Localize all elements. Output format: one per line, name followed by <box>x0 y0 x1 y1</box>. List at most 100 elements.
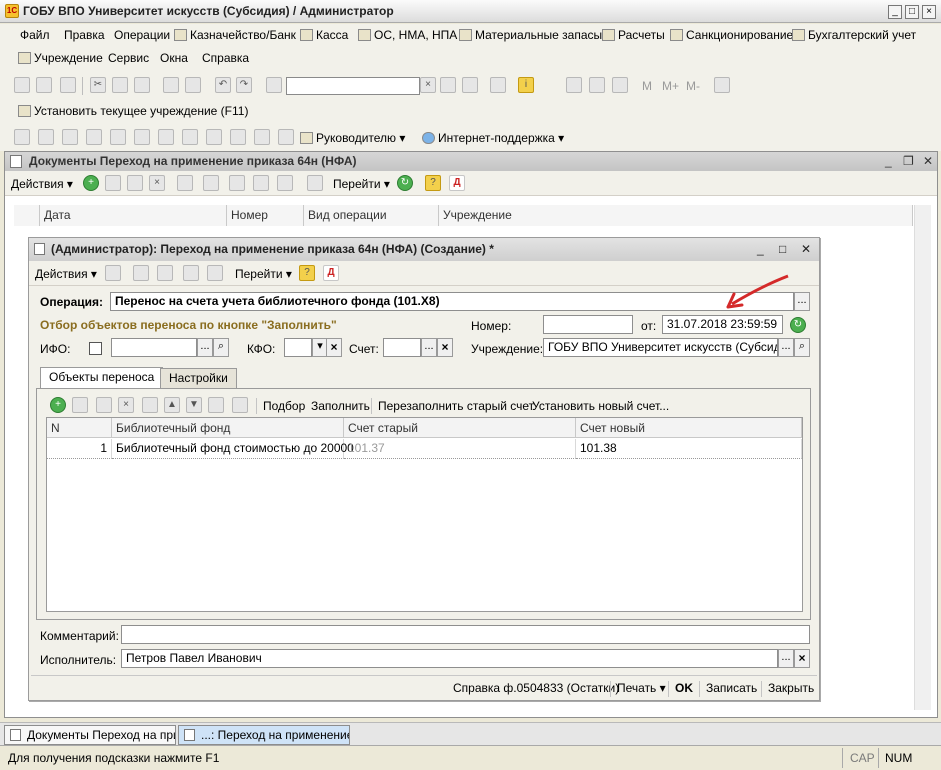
filter-options-icon[interactable] <box>277 175 293 191</box>
actions-menu[interactable]: Действия ▾ <box>11 177 73 191</box>
calendar-icon[interactable] <box>589 77 605 93</box>
cut-icon[interactable]: ✂ <box>90 77 106 93</box>
menu-treasury[interactable]: Казначейство/Банк <box>172 26 298 44</box>
delete-icon[interactable]: × <box>149 175 165 191</box>
redo-icon[interactable]: ↷ <box>236 77 252 93</box>
goto-menu[interactable]: Перейти ▾ <box>333 177 390 191</box>
help-icon[interactable]: ? <box>425 175 441 191</box>
task-document-form[interactable]: ...: Переход на применение ... <box>178 725 350 745</box>
filter-icon[interactable] <box>229 175 245 191</box>
edit-icon[interactable] <box>127 175 143 191</box>
minimize-icon[interactable]: _ <box>757 238 764 261</box>
manager-button[interactable]: Руководителю ▾ <box>298 129 407 147</box>
number-field[interactable] <box>543 315 633 334</box>
clear-filter-icon[interactable] <box>307 175 323 191</box>
print-icon[interactable] <box>163 77 179 93</box>
copy-icon[interactable] <box>105 175 121 191</box>
menu-file[interactable]: Файл <box>18 26 52 44</box>
save-button[interactable]: Записать <box>706 681 757 695</box>
row-old-account[interactable]: 101.37 <box>344 439 576 459</box>
kfo-clear-icon[interactable]: × <box>326 338 342 357</box>
ifo-search-icon[interactable]: ⌕ <box>213 338 229 357</box>
menu-cash[interactable]: Касса <box>298 26 350 44</box>
filter-list-icon[interactable] <box>253 175 269 191</box>
refresh-icon[interactable]: ↻ <box>397 175 413 191</box>
copy-icon[interactable] <box>112 77 128 93</box>
menu-institution[interactable]: Учреждение <box>16 49 105 67</box>
column-header-old-account[interactable]: Счет старый <box>344 418 576 438</box>
movements-icon[interactable] <box>207 265 223 281</box>
column-header-operation-type[interactable]: Вид операции <box>304 205 439 226</box>
sort-asc-icon[interactable] <box>208 397 224 413</box>
internet-support-button[interactable]: Интернет-поддержка ▾ <box>420 129 566 147</box>
copy-document-icon[interactable] <box>157 265 173 281</box>
row-library-fund[interactable]: Библиотечный фонд стоимостью до 20000 <box>112 439 354 459</box>
copy-row-icon[interactable] <box>72 397 88 413</box>
help-report-button[interactable]: Справка ф.0504833 (Остатки) <box>453 681 619 695</box>
tools-icon[interactable] <box>714 77 730 93</box>
sort-desc-icon[interactable] <box>232 397 248 413</box>
help-icon[interactable]: ? <box>299 265 315 281</box>
date-field[interactable]: 31.07.2018 23:59:59 <box>662 315 783 334</box>
menu-operations[interactable]: Операции <box>112 26 172 44</box>
report-icon[interactable] <box>206 129 222 145</box>
search-input[interactable] <box>286 77 420 95</box>
operation-select-button[interactable]: ... <box>794 292 810 311</box>
find-icon[interactable] <box>266 77 282 93</box>
institution-search-icon[interactable]: ⌕ <box>794 338 810 357</box>
row-new-account[interactable]: 101.38 <box>576 439 802 459</box>
find-icon[interactable] <box>203 175 219 191</box>
ifo-checkbox[interactable] <box>89 342 102 355</box>
pick-button[interactable]: Подбор <box>263 399 305 413</box>
column-header-n[interactable]: N <box>47 418 112 438</box>
memory-minus-button[interactable]: M- <box>684 77 702 95</box>
post-icon[interactable] <box>105 265 121 281</box>
institution-field[interactable]: ГОБУ ВПО Университет искусств (Субсидия) <box>543 338 778 357</box>
move-up-icon[interactable]: ▲ <box>164 397 180 413</box>
executor-select-button[interactable]: ... <box>778 649 794 668</box>
memory-m-button[interactable]: M <box>640 77 654 95</box>
minimize-icon[interactable]: _ <box>885 152 892 171</box>
close-icon[interactable]: ✕ <box>923 152 933 171</box>
users-icon[interactable] <box>612 77 628 93</box>
preview-icon[interactable] <box>185 77 201 93</box>
info-icon[interactable]: i <box>518 77 534 93</box>
menu-accounting[interactable]: Бухгалтерский учет <box>790 26 918 44</box>
tab-settings[interactable]: Настройки <box>160 368 237 388</box>
executor-field[interactable]: Петров Павел Иванович <box>121 649 778 668</box>
move-down-icon[interactable]: ▼ <box>186 397 202 413</box>
column-header-new-account[interactable]: Счет новый <box>576 418 802 438</box>
refill-old-account-button[interactable]: Перезаполнить старый счет <box>378 399 534 413</box>
report-icon[interactable] <box>230 129 246 145</box>
windows-icon[interactable] <box>490 77 506 93</box>
kfo-field[interactable] <box>284 338 312 357</box>
memory-plus-button[interactable]: M+ <box>660 77 681 95</box>
executor-clear-icon[interactable]: × <box>794 649 810 668</box>
maximize-icon[interactable]: □ <box>905 5 919 19</box>
report-icon[interactable] <box>62 129 78 145</box>
end-edit-icon[interactable] <box>142 397 158 413</box>
institution-select-button[interactable]: ... <box>778 338 794 357</box>
close-icon[interactable]: ✕ <box>801 238 811 261</box>
menu-materials[interactable]: Материальные запасы <box>457 26 604 44</box>
paste-icon[interactable] <box>134 77 150 93</box>
column-header-library-fund[interactable]: Библиотечный фонд <box>112 418 344 438</box>
report-icon[interactable] <box>38 129 54 145</box>
menu-windows[interactable]: Окна <box>158 49 190 67</box>
period-icon[interactable] <box>177 175 193 191</box>
report-icon[interactable] <box>134 129 150 145</box>
ifo-field[interactable] <box>111 338 197 357</box>
report-icon[interactable] <box>158 129 174 145</box>
dt-kt-icon[interactable]: Д <box>323 265 339 281</box>
fill-button[interactable]: Заполнить <box>311 399 370 413</box>
tab-transfer-objects[interactable]: Объекты переноса <box>40 367 164 388</box>
menu-settlements[interactable]: Расчеты <box>600 26 667 44</box>
structure-icon[interactable] <box>133 265 149 281</box>
column-header-institution[interactable]: Учреждение <box>439 205 913 226</box>
refresh-date-icon[interactable]: ↻ <box>790 317 806 333</box>
find-next-icon[interactable] <box>440 77 456 93</box>
report-icon[interactable] <box>86 129 102 145</box>
based-on-icon[interactable] <box>183 265 199 281</box>
report-icon[interactable] <box>254 129 270 145</box>
save-icon[interactable] <box>60 77 76 93</box>
